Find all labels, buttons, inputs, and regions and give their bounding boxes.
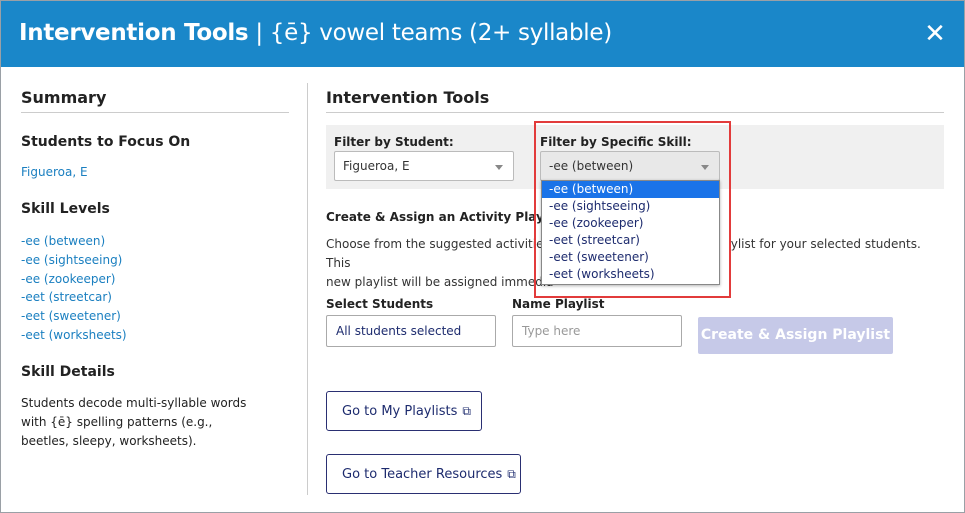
skill-level-item[interactable]: -eet (sweetener) (21, 307, 127, 326)
skill-level-item[interactable]: -ee (sightseeing) (21, 251, 127, 270)
filter-student-label: Filter by Student: (334, 135, 454, 149)
modal-title: Intervention Tools | {ē} vowel teams (2+… (19, 20, 612, 46)
name-playlist-label: Name Playlist (512, 297, 605, 311)
skill-option[interactable]: -eet (worksheets) (542, 266, 719, 283)
chevron-down-icon (495, 165, 503, 170)
skill-option[interactable]: -ee (between) (542, 181, 719, 198)
skill-option[interactable]: -eet (streetcar) (542, 232, 719, 249)
close-icon[interactable]: ✕ (924, 20, 946, 46)
filter-student-select[interactable]: Figueroa, E (334, 151, 514, 181)
external-link-icon: ⧉ (462, 404, 471, 418)
skill-details-text: Students decode multi-syllable words wit… (21, 396, 247, 448)
students-focus-title: Students to Focus On (21, 134, 191, 150)
filter-student-value: Figueroa, E (343, 159, 410, 173)
modal-title-skill: | {ē} vowel teams (2+ syllable) (248, 20, 612, 46)
skill-option[interactable]: -ee (zookeeper) (542, 215, 719, 232)
tools-title: Intervention Tools (326, 88, 490, 107)
skill-details-title: Skill Details (21, 364, 115, 380)
modal-header: Intervention Tools | {ē} vowel teams (2+… (1, 1, 964, 67)
name-playlist-input[interactable]: Type here (512, 315, 682, 347)
skill-levels-title: Skill Levels (21, 201, 110, 217)
filter-skill-value: -ee (between) (549, 159, 634, 173)
skill-level-item[interactable]: -eet (streetcar) (21, 288, 127, 307)
filter-skill-label: Filter by Specific Skill: (540, 135, 692, 149)
skill-level-item[interactable]: -eet (worksheets) (21, 326, 127, 345)
select-students-field[interactable]: All students selected (326, 315, 496, 347)
my-playlists-button[interactable]: Go to My Playlists ⧉ (326, 391, 482, 431)
teacher-resources-label: Go to Teacher Resources (342, 467, 503, 482)
chevron-down-icon (701, 165, 709, 170)
create-assign-playlist-button[interactable]: Create & Assign Playlist (698, 317, 893, 354)
summary-divider (21, 112, 289, 113)
modal-title-bold: Intervention Tools (19, 20, 249, 46)
skill-option[interactable]: -eet (sweetener) (542, 249, 719, 266)
student-link-figueroa[interactable]: Figueroa, E (21, 165, 88, 179)
description-text: Choose from the suggested activities (326, 237, 550, 251)
skill-levels-list: -ee (between) -ee (sightseeing) -ee (zoo… (21, 232, 127, 345)
skill-dropdown-list: -ee (between) -ee (sightseeing) -ee (zoo… (541, 180, 720, 285)
my-playlists-label: Go to My Playlists (342, 404, 458, 419)
description-text: new playlist will be assigned immedia (326, 275, 554, 289)
tools-divider (326, 112, 944, 113)
teacher-resources-button[interactable]: Go to Teacher Resources ⧉ (326, 454, 521, 494)
playlist-section-title: Create & Assign an Activity Playlist (326, 210, 565, 224)
select-students-label: Select Students (326, 297, 434, 311)
summary-title: Summary (21, 88, 107, 107)
external-link-icon: ⧉ (507, 467, 516, 481)
skill-level-item[interactable]: -ee (between) (21, 232, 127, 251)
filter-skill-select[interactable]: -ee (between) (540, 151, 720, 181)
intervention-modal: Intervention Tools | {ē} vowel teams (2+… (0, 0, 965, 513)
skill-level-item[interactable]: -ee (zookeeper) (21, 270, 127, 289)
column-divider (307, 83, 308, 495)
skill-option[interactable]: -ee (sightseeing) (542, 198, 719, 215)
